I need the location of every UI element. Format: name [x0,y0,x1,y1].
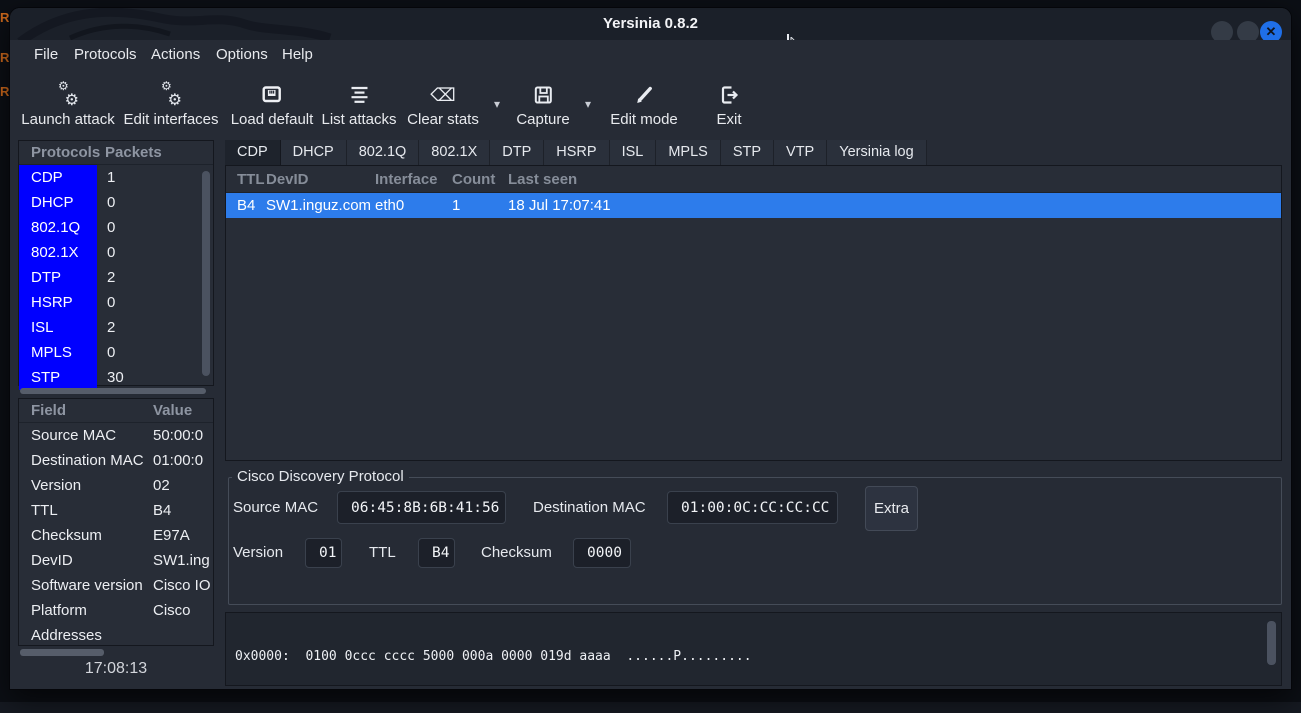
tab-8021q[interactable]: 802.1Q [347,140,420,165]
ttl-label: TTL [369,544,396,562]
tab-cdp[interactable]: CDP [225,140,281,165]
protocol-row-isl[interactable]: ISL2 [19,315,213,340]
col-last-seen: Last seen [508,171,1281,188]
packet-table-header: TTL DevID Interface Count Last seen [226,166,1281,193]
tab-yersinia-log[interactable]: Yersinia log [827,140,926,165]
protocol-row-dtp[interactable]: DTP2 [19,265,213,290]
tab-vtp[interactable]: VTP [774,140,827,165]
protocol-row-8021q[interactable]: 802.1Q0 [19,215,213,240]
capture-dropdown-arrow[interactable]: ▾ [585,97,591,111]
col-value: Value [153,402,192,419]
version-field[interactable]: 01 [305,538,342,568]
field-row-devid[interactable]: DevIDSW1.ing [19,548,213,573]
col-count: Count [452,171,508,188]
protocol-row-cdp[interactable]: CDP1 [19,165,213,190]
hexdump-vertical-scrollbar[interactable] [1267,621,1276,665]
source-mac-label: Source MAC [233,499,318,517]
field-row-version[interactable]: Version02 [19,473,213,498]
packet-row-selected[interactable]: B4 SW1.inguz.com eth0 1 18 Jul 17:07:41 [226,193,1281,218]
hex-line: 0x0000: 0100 0ccc cccc 5000 000a 0000 01… [235,649,1257,665]
gears-icon: ⚙⚙ [57,82,79,108]
exit-button[interactable]: Exit [716,81,741,128]
protocol-row-dhcp[interactable]: DHCP0 [19,190,213,215]
clear-stats-dropdown-arrow[interactable]: ▾ [494,97,500,111]
field-row-checksum[interactable]: ChecksumE97A [19,523,213,548]
version-label: Version [233,544,283,562]
protocol-row-8021x[interactable]: 802.1X0 [19,240,213,265]
fields-horizontal-scrollbar[interactable] [20,649,104,656]
packet-table: TTL DevID Interface Count Last seen B4 S… [225,165,1282,461]
protocol-row-mpls[interactable]: MPLS0 [19,340,213,365]
menu-protocols[interactable]: Protocols [74,40,137,69]
tab-hsrp[interactable]: HSRP [544,140,609,165]
tab-isl[interactable]: ISL [610,140,657,165]
field-row-ttl[interactable]: TTLB4 [19,498,213,523]
field-row-source-mac[interactable]: Source MAC50:00:0 [19,423,213,448]
minimize-button[interactable] [1211,21,1233,40]
network-port-icon [260,83,284,107]
destination-mac-label: Destination MAC [533,499,646,517]
menu-actions[interactable]: Actions [151,40,200,69]
fields-table-header: Field Value [19,399,213,423]
backspace-icon: ⌫ [430,85,455,106]
launch-attack-button[interactable]: ⚙⚙ Launch attack [21,81,114,128]
titlebar[interactable]: Yersinia 0.8.2 ✕ [10,8,1291,40]
tab-stp[interactable]: STP [721,140,774,165]
list-icon [348,84,370,106]
edit-interfaces-button[interactable]: ⚙⚙ Edit interfaces [123,81,218,128]
source-mac-field[interactable]: 06:45:8B:6B:41:56 [337,491,506,524]
desktop: RI RI RI Yersinia 0.8.2 ✕ File Protocols… [0,0,1301,713]
tab-8021x[interactable]: 802.1X [419,140,490,165]
hexdump-panel: 0x0000: 0100 0ccc cccc 5000 000a 0000 01… [225,612,1282,686]
capture-button[interactable]: Capture [516,81,569,128]
col-packets: Packets [97,144,162,161]
protocol-tabs: CDP DHCP 802.1Q 802.1X DTP HSRP ISL MPLS… [225,140,927,165]
col-protocols: Protocols [19,144,97,161]
extra-button[interactable]: Extra [865,486,918,531]
fields-panel: Field Value Source MAC50:00:0 Destinatio… [18,398,214,646]
protocols-vertical-scrollbar[interactable] [202,171,210,376]
clear-stats-button[interactable]: ⌫ Clear stats [407,81,479,128]
load-default-button[interactable]: Load default [231,81,314,128]
floppy-save-icon [532,84,554,106]
tab-dtp[interactable]: DTP [490,140,544,165]
field-row-addresses[interactable]: Addresses [19,623,213,646]
yersinia-window: Yersinia 0.8.2 ✕ File Protocols Actions … [10,8,1291,689]
hexdump-text: 0x0000: 0100 0ccc cccc 5000 000a 0000 01… [235,618,1257,679]
col-ttl: TTL [226,171,266,188]
tab-dhcp[interactable]: DHCP [281,140,347,165]
list-attacks-button[interactable]: List attacks [321,81,396,128]
col-devid: DevID [266,171,375,188]
maximize-button[interactable] [1237,21,1259,40]
protocol-row-hsrp[interactable]: HSRP0 [19,290,213,315]
menu-help[interactable]: Help [282,40,313,69]
checksum-field[interactable]: 0000 [573,538,631,568]
checksum-label: Checksum [481,544,552,562]
col-interface: Interface [375,171,452,188]
menu-file[interactable]: File [34,40,58,69]
field-row-software-version[interactable]: Software versionCisco IO [19,573,213,598]
toolbar: ⚙⚙ Launch attack ⚙⚙ Edit interfaces [10,69,1291,140]
pencil-icon [633,84,655,106]
clock: 17:08:13 [18,660,214,678]
protocols-table-header: Protocols Packets [19,141,213,165]
field-row-platform[interactable]: PlatformCisco [19,598,213,623]
destination-mac-field[interactable]: 01:00:0C:CC:CC:CC [667,491,838,524]
desktop-taskbar-strip [0,702,1301,713]
close-button[interactable]: ✕ [1260,21,1282,40]
tab-mpls[interactable]: MPLS [656,140,721,165]
edit-mode-button[interactable]: Edit mode [610,81,678,128]
cdp-frame-title: Cisco Discovery Protocol [232,468,409,485]
exit-icon [718,84,740,106]
protocols-horizontal-scrollbar[interactable] [20,388,206,394]
protocols-panel: Protocols Packets CDP1 DHCP0 802.1Q0 802… [18,140,214,386]
window-title: Yersinia 0.8.2 [10,8,1291,40]
ttl-field[interactable]: B4 [418,538,455,568]
field-row-destination-mac[interactable]: Destination MAC01:00:0 [19,448,213,473]
protocol-row-stp[interactable]: STP30 [19,365,213,390]
gears-icon: ⚙⚙ [160,82,182,108]
col-field: Field [19,402,153,419]
menu-options[interactable]: Options [216,40,268,69]
menubar: File Protocols Actions Options Help [10,40,1291,69]
